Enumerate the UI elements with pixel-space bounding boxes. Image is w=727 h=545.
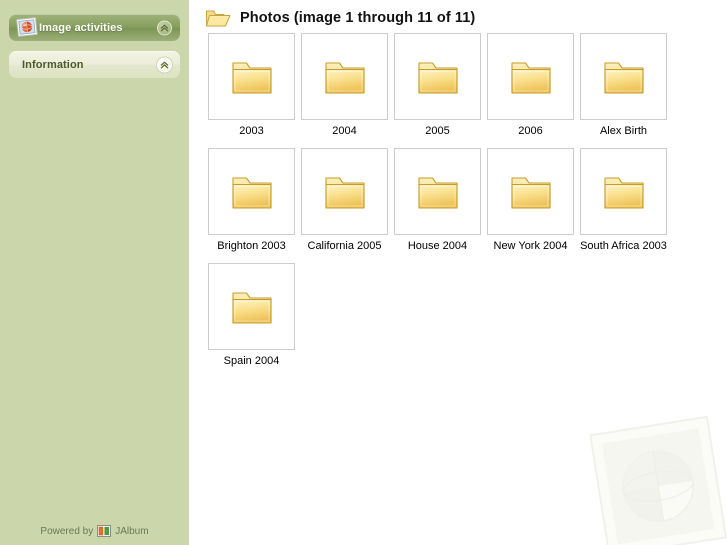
thumbnail-box[interactable] — [208, 33, 295, 120]
thumbnail-box[interactable] — [301, 33, 388, 120]
thumbnail-item-2[interactable]: 2005 — [391, 33, 484, 138]
thumbnail-item-1[interactable]: 2004 — [298, 33, 391, 138]
page-header: Photos (image 1 through 11 of 11) — [189, 0, 727, 28]
powered-by-text: Powered by — [40, 525, 94, 537]
album-page: Image activities Information Powered by … — [0, 0, 727, 545]
thumbnail-box[interactable] — [394, 148, 481, 235]
chevron-double-up-icon[interactable] — [157, 20, 172, 35]
sidebar-panel-information: Information — [9, 51, 180, 78]
thumbnail-item-7[interactable]: House 2004 — [391, 148, 484, 253]
thumbnail-box[interactable] — [487, 33, 574, 120]
thumbnail-label: California 2005 — [307, 240, 382, 252]
thumbnail-box[interactable] — [208, 148, 295, 235]
powered-by-footer: Powered by JAlbum — [0, 525, 189, 537]
folder-icon — [508, 56, 554, 98]
folder-icon — [229, 56, 275, 98]
thumbnail-box[interactable] — [580, 148, 667, 235]
thumbnail-item-8[interactable]: New York 2004 — [484, 148, 577, 253]
thumbnail-label: 2006 — [518, 125, 543, 137]
main-content: Photos (image 1 through 11 of 11) 2003 2… — [189, 0, 727, 545]
thumbnail-item-4[interactable]: Alex Birth — [577, 33, 670, 138]
folder-icon — [229, 171, 275, 213]
jalbum-logo-icon — [97, 525, 112, 537]
thumbnail-box[interactable] — [394, 33, 481, 120]
panel-header-information[interactable]: Information — [9, 51, 180, 78]
panel-title-image-activities: Image activities — [39, 21, 123, 34]
thumbnail-label: 2005 — [425, 125, 450, 137]
thumbnail-label: 2004 — [332, 125, 357, 137]
thumbnail-label: South Africa 2003 — [580, 240, 667, 252]
thumbnail-item-9[interactable]: South Africa 2003 — [577, 148, 670, 253]
thumbnail-item-6[interactable]: California 2005 — [298, 148, 391, 253]
thumbnail-label: Brighton 2003 — [217, 240, 286, 252]
folder-icon — [601, 56, 647, 98]
thumbnail-label: New York 2004 — [493, 240, 568, 252]
folder-icon — [322, 171, 368, 213]
jalbum-brand-text[interactable]: JAlbum — [115, 526, 148, 537]
chevron-double-up-icon[interactable] — [157, 57, 172, 72]
thumbnail-item-10[interactable]: Spain 2004 — [205, 263, 298, 368]
thumbnail-grid: 2003 2004 2005 2006 Alex Birth Brighton … — [189, 28, 705, 378]
thumbnail-item-3[interactable]: 2006 — [484, 33, 577, 138]
thumbnail-label: House 2004 — [407, 240, 468, 252]
jalbum-watermark-icon — [585, 415, 727, 545]
thumbnail-label: 2003 — [239, 125, 264, 137]
folder-icon — [601, 171, 647, 213]
thumbnail-label: Alex Birth — [599, 125, 648, 137]
thumbnail-item-0[interactable]: 2003 — [205, 33, 298, 138]
open-folder-icon — [205, 7, 231, 29]
photo-icon — [15, 16, 39, 39]
folder-icon — [322, 56, 368, 98]
sidebar-panel-image-activities: Image activities — [9, 14, 180, 41]
panel-title-information: Information — [22, 58, 84, 71]
thumbnail-box[interactable] — [208, 263, 295, 350]
folder-icon — [415, 56, 461, 98]
sidebar: Image activities Information Powered by … — [0, 0, 189, 545]
folder-icon — [508, 171, 554, 213]
panel-header-image-activities[interactable]: Image activities — [9, 14, 180, 41]
page-title: Photos (image 1 through 11 of 11) — [240, 10, 476, 26]
thumbnail-item-5[interactable]: Brighton 2003 — [205, 148, 298, 253]
thumbnail-box[interactable] — [580, 33, 667, 120]
folder-icon — [415, 171, 461, 213]
folder-icon — [229, 286, 275, 328]
thumbnail-label: Spain 2004 — [223, 355, 280, 367]
thumbnail-box[interactable] — [301, 148, 388, 235]
thumbnail-box[interactable] — [487, 148, 574, 235]
